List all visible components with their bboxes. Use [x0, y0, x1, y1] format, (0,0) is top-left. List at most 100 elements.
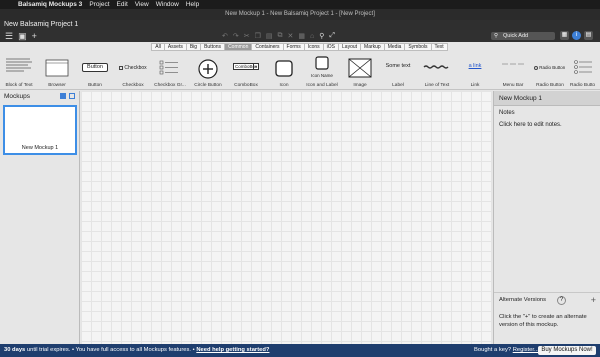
menu-edit[interactable]: Edit: [117, 1, 128, 8]
menu-window[interactable]: Window: [156, 1, 179, 8]
duplicate-icon[interactable]: ⧉: [278, 32, 283, 40]
link-preview-text: a link: [468, 63, 482, 69]
cut-icon[interactable]: ✂: [244, 32, 250, 40]
component-link[interactable]: a link Link: [460, 52, 490, 90]
mockup-thumbnail[interactable]: New Mockup 1: [3, 105, 77, 155]
tab-ios[interactable]: iOS: [322, 43, 340, 51]
component-radio-button[interactable]: Radio Button Radio Button: [532, 52, 568, 90]
component-line-of-text[interactable]: Line of Text: [418, 52, 456, 90]
tab-assets[interactable]: Assets: [163, 43, 187, 51]
component-label: Image: [353, 83, 367, 88]
browser-icon: [45, 59, 69, 77]
tab-markup[interactable]: Markup: [360, 43, 385, 51]
add-alternate-icon[interactable]: +: [591, 295, 596, 305]
component-label: Icon: [279, 83, 289, 88]
component-browser[interactable]: Browser: [40, 52, 74, 90]
component-label: ComboBox: [234, 83, 258, 88]
menu-bar: Balsamiq Mockups 3 Project Edit View Win…: [0, 0, 600, 9]
tab-text[interactable]: Text: [430, 43, 448, 51]
register-link[interactable]: Register...: [513, 347, 539, 353]
component-radio-button-group[interactable]: Radio Butto: [570, 52, 600, 90]
help-icon[interactable]: ?: [557, 296, 566, 305]
line-of-text-icon: [423, 65, 449, 69]
icon-placeholder-icon: [275, 60, 293, 77]
status-bar: 30 days until trial expires. • You have …: [0, 344, 600, 357]
buy-now-button[interactable]: Buy Mockups Now!: [538, 346, 596, 355]
list-view-toggle-icon[interactable]: [69, 93, 75, 99]
library-tabs: All Assets Big Buttons Common Containers…: [0, 42, 600, 52]
icon-name-text: Icon Name: [311, 73, 333, 78]
component-combobox[interactable]: ComboBox ▾ ComboBox: [230, 52, 262, 90]
grid-view-icon[interactable]: ▦: [560, 31, 569, 40]
paste-icon[interactable]: ▤: [266, 32, 273, 40]
tab-common[interactable]: Common: [224, 43, 253, 51]
mockup-canvas[interactable]: [81, 91, 492, 344]
info-icon[interactable]: i: [572, 31, 581, 40]
menu-app-name[interactable]: Balsamiq Mockups 3: [18, 1, 82, 8]
menu-project[interactable]: Project: [89, 1, 109, 8]
tab-symbols[interactable]: Symbols: [404, 43, 432, 51]
component-image[interactable]: Image: [344, 52, 376, 90]
tab-media[interactable]: Media: [383, 43, 406, 51]
grid-view-toggle-icon[interactable]: [60, 93, 66, 99]
help-link[interactable]: Need help getting started?: [196, 347, 269, 353]
toolbar: ☰ ▣ + ↶ ↷ ✂ ❐ ▤ ⧉ ✕ ▦ ⌂ ⚲ ⤢ ⚲ Quick Add …: [0, 30, 600, 42]
tab-containers[interactable]: Containers: [251, 43, 284, 51]
component-label: Checkbox Gr...: [154, 83, 186, 88]
component-checkbox-group[interactable]: Checkbox Gr...: [152, 52, 188, 90]
checkbox-preview-text: Checkbox: [124, 65, 147, 71]
radio-preview-text: Radio Button: [539, 65, 566, 70]
tab-buttons[interactable]: Buttons: [200, 43, 226, 51]
zoom-icon[interactable]: ⚲: [319, 32, 324, 40]
component-button[interactable]: Button Button: [79, 52, 111, 90]
component-label: Circle Button: [194, 83, 222, 88]
trial-days: 30 days: [4, 347, 26, 353]
component-label: Radio Button: [536, 83, 564, 88]
component-circle-button[interactable]: Circle Button: [192, 52, 224, 90]
layout-toggle-icon[interactable]: ▣: [18, 30, 27, 42]
component-checkbox[interactable]: Checkbox Checkbox: [116, 52, 150, 90]
tab-all[interactable]: All: [151, 43, 165, 51]
mockups-panel-title: Mockups: [4, 93, 31, 100]
redo-icon[interactable]: ↷: [233, 32, 239, 40]
alternate-versions-description: Click the "+" to create an alternate ver…: [499, 314, 587, 328]
component-block-of-text[interactable]: Block of Text: [2, 52, 36, 90]
component-icon-and-label[interactable]: Icon Name Icon and Label: [303, 52, 341, 90]
component-library: Block of Text Browser Button Button Chec…: [0, 52, 600, 90]
tab-layout[interactable]: Layout: [338, 43, 362, 51]
properties-panel-title: New Mockup 1: [494, 91, 600, 106]
full-access-text: You have full access to all Mockups feat…: [75, 347, 192, 353]
component-icon[interactable]: Icon: [270, 52, 298, 90]
tab-icons[interactable]: Icons: [303, 43, 324, 51]
notes-edit-area[interactable]: Click here to edit notes.: [499, 122, 595, 128]
menu-help[interactable]: Help: [186, 1, 199, 8]
toolbar-right-icons: ▦ i ▤: [560, 31, 593, 40]
undo-icon[interactable]: ↶: [222, 32, 228, 40]
inspector-icon[interactable]: ▤: [584, 31, 593, 40]
component-label: Link: [470, 83, 480, 88]
delete-icon[interactable]: ✕: [288, 32, 294, 40]
radio-preview: Radio Button: [534, 65, 565, 70]
button-preview: Button: [82, 63, 108, 72]
menu-view[interactable]: View: [135, 1, 149, 8]
window-title: New Mockup 1 - New Balsamiq Project 1 - …: [0, 9, 600, 20]
toolbar-center-actions: ↶ ↷ ✂ ❐ ▤ ⧉ ✕ ▦ ⌂ ⚲ ⤢: [222, 30, 335, 42]
hamburger-menu-icon[interactable]: ☰: [5, 30, 13, 42]
quick-add-input[interactable]: ⚲ Quick Add: [491, 32, 555, 40]
tab-forms[interactable]: Forms: [282, 43, 305, 51]
alternate-versions-section: Alternate Versions ? + Click the "+" to …: [494, 292, 600, 344]
component-menu-bar[interactable]: Menu Bar: [496, 52, 530, 90]
trial-text: until trial expires.: [26, 347, 71, 353]
copy-icon[interactable]: ❐: [255, 32, 261, 40]
component-label: Button: [88, 83, 102, 88]
group-icon[interactable]: ▦: [298, 32, 305, 40]
lock-icon[interactable]: ⌂: [310, 33, 314, 40]
fullscreen-icon[interactable]: ⤢: [329, 32, 335, 40]
component-label: Checkbox: [122, 83, 144, 88]
notes-label: Notes: [499, 110, 515, 116]
add-icon[interactable]: +: [32, 30, 37, 42]
bought-key-text: Bought a key?: [474, 347, 512, 353]
component-label-item[interactable]: Some text Label: [380, 52, 416, 90]
tab-big[interactable]: Big: [185, 43, 202, 51]
component-label: Label: [392, 83, 404, 88]
